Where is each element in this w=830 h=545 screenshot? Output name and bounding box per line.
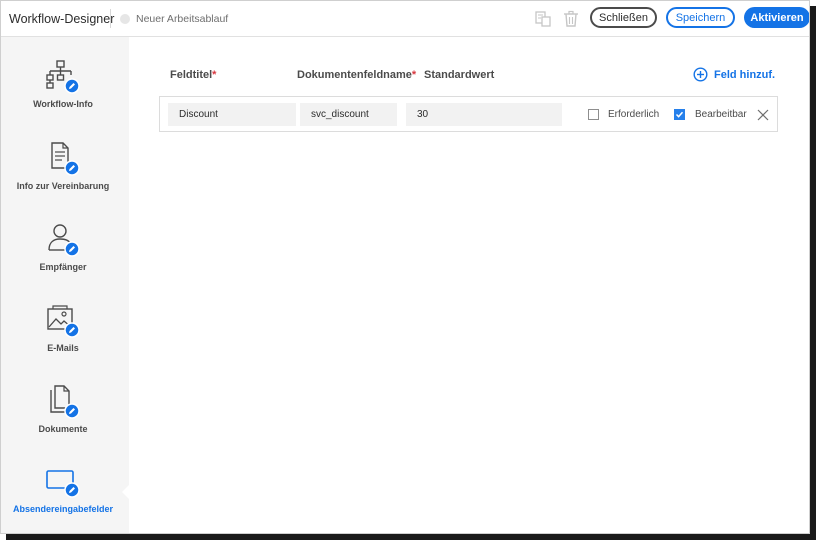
- workflow-status: Neuer Arbeitsablauf: [136, 13, 229, 25]
- column-header-default-value: Standardwert: [424, 69, 495, 81]
- sidebar-item-label: Dokumente: [38, 424, 88, 434]
- required-checkbox[interactable]: [588, 109, 599, 120]
- document-info-icon: [51, 142, 80, 176]
- table-row: Discount svc_discount 30 Erforderlich Be…: [159, 96, 778, 132]
- sidebar-item-workflow-info[interactable]: Workflow-Info: [1, 59, 129, 137]
- editable-label: Bearbeitbar: [695, 109, 747, 120]
- sidebar-item-emails[interactable]: E-Mails: [1, 303, 129, 381]
- trash-icon[interactable]: [561, 9, 581, 29]
- column-header-field-title: Feldtitel*: [170, 69, 217, 81]
- top-bar: Workflow-Designer Neuer Arbeitsablauf Sc…: [1, 1, 809, 37]
- sidebar-item-label: Absendereingabefelder: [12, 504, 114, 514]
- close-button[interactable]: Schließen: [590, 7, 657, 28]
- sender-fields-icon: [46, 470, 80, 498]
- column-header-doc-field-name: Dokumentenfeldname*: [297, 69, 417, 81]
- sidebar-item-label: Workflow-Info: [33, 99, 93, 109]
- sidebar-item-sender-fields[interactable]: Absendereingabefelder: [1, 465, 129, 533]
- sidebar-item-documents[interactable]: Dokumente: [1, 384, 129, 462]
- doc-field-name-input[interactable]: svc_discount: [300, 103, 397, 126]
- save-button[interactable]: Speichern: [666, 7, 735, 28]
- app-title: Workflow-Designer: [9, 12, 115, 26]
- header-divider: [110, 9, 111, 28]
- sidebar-item-label: Empfänger: [39, 262, 87, 272]
- status-dot-icon: [120, 14, 130, 24]
- add-field-label: Feld hinzuf.: [714, 68, 776, 81]
- required-label: Erforderlich: [608, 109, 660, 120]
- add-field-button[interactable]: Feld hinzuf.: [693, 67, 775, 82]
- active-indicator: [122, 484, 130, 500]
- sidebar-item-recipients[interactable]: Empfänger: [1, 222, 129, 300]
- editable-checkbox[interactable]: [674, 109, 685, 120]
- workflow-icon: [46, 60, 80, 94]
- field-title-input[interactable]: Discount: [168, 103, 296, 126]
- default-value-input[interactable]: 30: [406, 103, 562, 126]
- sidebar-item-agreement-info[interactable]: Info zur Vereinbarung: [1, 141, 129, 219]
- checkmark-icon: [675, 111, 684, 118]
- app-window: Workflow-Designer Neuer Arbeitsablauf Sc…: [0, 0, 810, 534]
- copy-workflow-icon[interactable]: [533, 9, 553, 29]
- sidebar: Workflow-Info Info zur Vereinbarung Empf…: [1, 37, 130, 533]
- plus-circle-icon: [693, 67, 708, 82]
- sidebar-item-label: E-Mails: [47, 343, 79, 353]
- recipient-icon: [48, 224, 80, 257]
- sidebar-item-label: Info zur Vereinbarung: [16, 181, 110, 191]
- documents-icon: [50, 385, 80, 419]
- activate-button[interactable]: Aktivieren: [744, 7, 809, 28]
- email-icon: [47, 305, 80, 338]
- close-icon[interactable]: [756, 108, 770, 122]
